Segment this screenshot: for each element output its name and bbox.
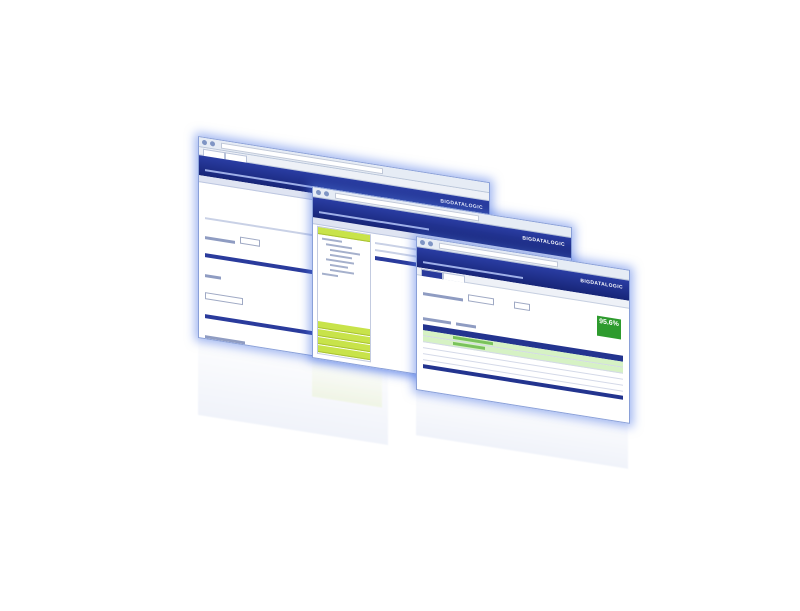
back-icon[interactable] [316, 189, 321, 196]
field-label [205, 274, 221, 280]
back-icon[interactable] [202, 139, 207, 146]
summary-label [423, 292, 463, 302]
summary-value [456, 322, 476, 329]
summary-label [423, 317, 451, 325]
tree-item[interactable] [322, 237, 342, 243]
field-input[interactable] [205, 292, 243, 306]
forward-icon[interactable] [324, 190, 329, 197]
field-label [205, 236, 235, 244]
app-logo: BIGDATALOGIC [522, 235, 565, 249]
tree-sidebar [317, 225, 371, 363]
tree-item[interactable] [330, 263, 348, 269]
date-input[interactable] [514, 301, 530, 312]
field-input[interactable] [240, 236, 260, 247]
kpi-badge: 95.6% [597, 315, 621, 340]
forward-icon[interactable] [210, 140, 215, 147]
app-logo: BIGDATALOGIC [580, 278, 623, 291]
summary-input[interactable] [468, 294, 494, 306]
tree-item[interactable] [322, 272, 338, 278]
back-icon[interactable] [420, 239, 425, 246]
kpi-value: 95.6% [599, 317, 619, 329]
forward-icon[interactable] [428, 240, 433, 247]
screenshot-collage: BIGDATALOGIC BIGDATALOGIC BIGDATALOGIC 9… [0, 0, 800, 611]
